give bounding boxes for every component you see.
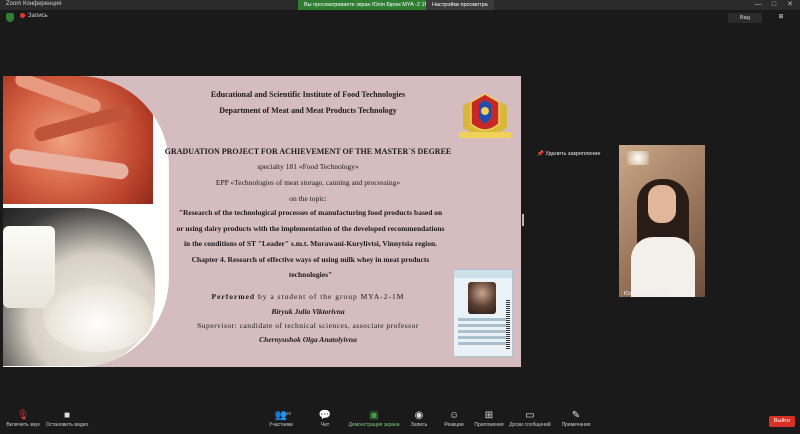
slide-institute: Educational and Scientific Institute of … [210, 90, 406, 99]
minimize-icon[interactable]: — [750, 0, 766, 10]
recording-indicator: Запись [20, 13, 48, 19]
security-shield-icon[interactable] [6, 13, 14, 22]
reactions-button[interactable]: ☺ Реакции [441, 410, 467, 429]
participant-video-tile[interactable] [619, 145, 705, 297]
recording-label: Запись [28, 13, 48, 20]
video-camera-icon: ■ [63, 410, 71, 421]
whiteboard-label: Доски сообщений [509, 422, 551, 428]
record-icon: ◉ [414, 410, 424, 421]
slide-project-title: GRADUATION PROJECT FOR ACHIEVEMENT OF TH… [164, 147, 452, 156]
id-card-photo [468, 282, 496, 314]
view-button[interactable]: Вид [728, 13, 762, 23]
slide-specialty: specialty 181 «Food Technology» [257, 162, 359, 171]
mic-button[interactable]: 🎙 Включить звук [6, 410, 40, 429]
shared-slide: Educational and Scientific Institute of … [3, 76, 521, 367]
chat-label: Чат [320, 422, 330, 428]
notes-label: Примечания [561, 422, 591, 428]
view-options-button[interactable]: Настройки просмотра [426, 0, 494, 10]
slide-epp: EPP «Technologies of meat storage, canni… [215, 178, 401, 187]
record-dot-icon [20, 13, 25, 18]
slide-performed: Performed by a student of the group MYA-… [173, 292, 443, 301]
share-screen-button[interactable]: ▣ Демонстрация экрана [347, 410, 401, 429]
slide-topic-line: "Research of the technological processes… [178, 208, 443, 217]
meeting-toolbar: 🎙 Включить звук ■ Остановить видео 👥 20 Учас… [0, 408, 800, 434]
reactions-label: Реакции [444, 422, 464, 428]
slide-topic-intro: on the topic: [289, 194, 327, 203]
window-titlebar: Zoom Конференция Вы просматриваете экран… [0, 0, 800, 10]
record-button[interactable]: ◉ Запись [408, 410, 430, 429]
slide-topic-line: in the conditions of ST "Leader" s.m.t. … [183, 239, 438, 248]
slide-topic-line: Chapter 4. Research of effective ways of… [191, 255, 430, 264]
share-screen-icon: ▣ [369, 410, 379, 421]
whiteboard-button[interactable]: ▭ Доски сообщений [508, 410, 552, 429]
end-meeting-button[interactable]: Выйти [769, 416, 795, 427]
video-lamp [627, 151, 649, 165]
milk-powder-image [43, 282, 153, 352]
slide-student: Biryuk Julia Viktorivna [271, 307, 345, 316]
whiteboard-icon: ▭ [525, 410, 535, 421]
participants-button[interactable]: 👥 20 Участники [264, 410, 298, 429]
participant-shirt [631, 237, 695, 297]
apps-icon: ⊞ [484, 410, 494, 421]
student-id-card [453, 269, 513, 357]
resize-handle[interactable] [522, 214, 524, 226]
slide-performed-rest: by a student of the group MYA-2-1M [255, 292, 405, 301]
meeting-topbar: Запись Вид ⊞ [0, 10, 800, 26]
participants-count: 20 [286, 411, 292, 416]
unpin-button[interactable]: 📌 Удалить закрепление [537, 151, 600, 157]
participant-name: ⫶ Юлія Бірюк ЮЯН [621, 291, 668, 298]
app-title: Zoom Конференция [6, 1, 62, 7]
participants-icon: 👥 [274, 410, 288, 421]
id-card-header [454, 270, 512, 278]
apps-label: Приложения [474, 422, 504, 428]
milk-glass-image [3, 226, 55, 308]
maximize-icon[interactable]: □ [766, 0, 782, 10]
mic-label: Включить звук [6, 422, 40, 428]
chat-icon: 💬 [318, 410, 332, 421]
apps-button[interactable]: ⊞ Приложения [472, 410, 506, 429]
mic-muted-icon: 🎙 [16, 410, 30, 421]
slide-supervisor-name: Chernyushok Olga Anatolyivna [259, 335, 357, 344]
unpin-label: Удалить закрепление [545, 151, 601, 157]
slide-supervisor: Supervisor: candidate of technical scien… [197, 321, 419, 330]
id-card-barcode [506, 300, 510, 350]
participant-face [648, 185, 676, 223]
chat-button[interactable]: 💬 Чат [314, 410, 336, 429]
close-icon[interactable]: ✕ [782, 0, 798, 10]
share-notice: Вы просматриваете экран Юлія Бірюк MYA -… [298, 0, 436, 10]
notes-button[interactable]: ✎ Примечания [558, 410, 594, 429]
university-crest-icon [459, 93, 511, 138]
slide-department: Department of Meat and Meat Products Tec… [219, 106, 397, 115]
video-button[interactable]: ■ Остановить видео [44, 410, 90, 429]
id-card-lines [458, 318, 506, 348]
slide-topic-line: or using dairy products with the impleme… [176, 224, 445, 233]
slide-performed-label: Performed [211, 292, 256, 301]
slide-photo-panel [3, 76, 169, 367]
share-label: Демонстрация экрана [348, 422, 400, 428]
grid-view-icon[interactable]: ⊞ [772, 13, 790, 23]
participants-label: Участники [269, 422, 293, 428]
slide-topic-line: technologies" [288, 270, 333, 279]
record-label: Запись [410, 422, 428, 428]
notes-icon: ✎ [571, 410, 581, 421]
reactions-icon: ☺ [448, 410, 460, 421]
video-label: Остановить видео [45, 422, 89, 428]
participant-name-label: Юлія Бірюк ЮЯН [623, 291, 668, 297]
